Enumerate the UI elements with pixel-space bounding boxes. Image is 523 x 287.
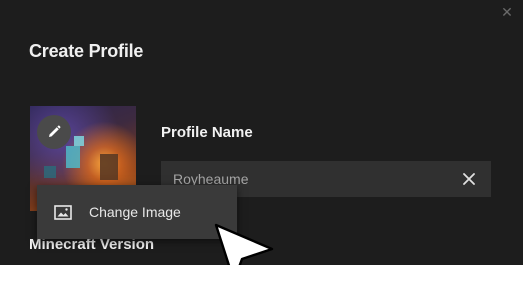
image-pixel bbox=[44, 166, 56, 178]
close-icon[interactable]: ✕ bbox=[499, 4, 515, 20]
clear-icon[interactable] bbox=[461, 171, 477, 187]
image-icon bbox=[54, 204, 72, 220]
menu-item-label: Change Image bbox=[89, 204, 181, 220]
pencil-icon bbox=[49, 125, 61, 137]
profile-name-label: Profile Name bbox=[161, 124, 253, 141]
image-pixel bbox=[74, 136, 84, 146]
image-context-menu: Change Image bbox=[37, 185, 237, 239]
dialog-title: Create Profile bbox=[29, 41, 144, 61]
create-profile-dialog: ✕ Create Profile Profile Name Minecraft … bbox=[0, 0, 523, 265]
edit-image-button[interactable] bbox=[37, 115, 71, 149]
menu-item-change-image[interactable]: Change Image bbox=[37, 185, 237, 239]
image-pixel bbox=[66, 146, 80, 168]
image-pixel bbox=[100, 154, 118, 180]
